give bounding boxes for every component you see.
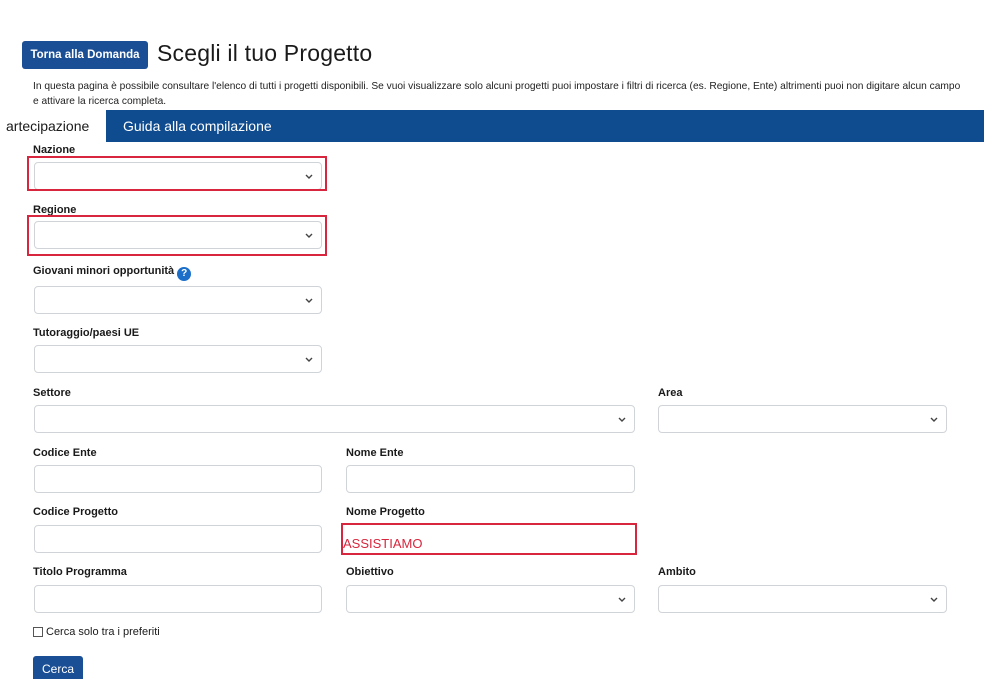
chevron-down-icon <box>618 597 626 602</box>
nome-ente-label: Nome Ente <box>346 447 404 459</box>
search-button[interactable]: Cerca <box>33 656 83 679</box>
chevron-down-icon <box>305 357 313 362</box>
codice-progetto-input[interactable] <box>34 525 322 553</box>
nome-progetto-label: Nome Progetto <box>346 506 425 518</box>
tab-guida-compilazione[interactable]: Guida alla compilazione <box>123 110 272 142</box>
tutoraggio-select[interactable] <box>34 345 322 373</box>
question-circle-icon[interactable]: ? <box>177 266 192 281</box>
tutoraggio-label: Tutoraggio/paesi UE <box>33 327 140 339</box>
settore-label: Settore <box>33 387 71 399</box>
giovani-label-text: Giovani minori opportunità <box>33 265 175 277</box>
intro-text: In questa pagina è possibile consultare … <box>33 81 961 107</box>
page-title: Scegli il tuo Progetto <box>157 40 373 66</box>
titolo-programma-label: Titolo Programma <box>33 566 127 578</box>
area-label: Area <box>658 387 683 399</box>
chevron-down-icon <box>930 597 938 602</box>
nome-ente-input[interactable] <box>346 465 635 493</box>
settore-select[interactable] <box>34 405 635 433</box>
preferiti-checkbox[interactable] <box>33 627 43 637</box>
tab-bar: artecipazione Guida alla compilazione <box>0 110 984 142</box>
preferiti-label[interactable]: Cerca solo tra i preferiti <box>46 626 160 638</box>
nazione-highlight-box <box>27 156 327 191</box>
chevron-down-icon <box>305 298 313 303</box>
giovani-label: Giovani minori opportunità? <box>33 265 192 281</box>
codice-ente-input[interactable] <box>34 465 322 493</box>
chevron-down-icon <box>618 417 626 422</box>
tab-partecipazione[interactable]: artecipazione <box>0 110 106 142</box>
nome-progetto-value: ASSISTIAMO <box>343 536 423 551</box>
titolo-programma-input[interactable] <box>34 585 322 613</box>
obiettivo-label: Obiettivo <box>346 566 394 578</box>
regione-highlight-box <box>27 215 327 256</box>
ambito-label: Ambito <box>658 566 696 578</box>
chevron-down-icon <box>930 417 938 422</box>
nazione-label: Nazione <box>33 144 76 156</box>
back-to-application-button[interactable]: Torna alla Domanda <box>22 41 148 69</box>
codice-ente-label: Codice Ente <box>33 447 97 459</box>
obiettivo-select[interactable] <box>346 585 635 613</box>
giovani-select[interactable] <box>34 286 322 314</box>
codice-progetto-label: Codice Progetto <box>33 506 118 518</box>
area-select[interactable] <box>658 405 947 433</box>
ambito-select[interactable] <box>658 585 947 613</box>
